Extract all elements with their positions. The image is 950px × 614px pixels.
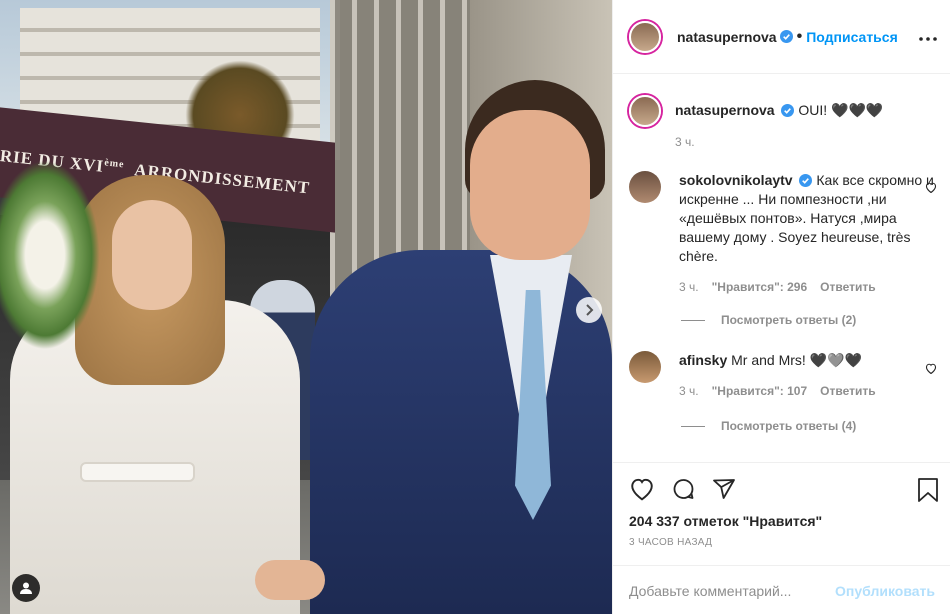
like-button[interactable]	[629, 477, 655, 501]
post-photo[interactable]: RIE DU XVIème ARRONDISSEMENT	[0, 0, 612, 614]
groom-face	[470, 110, 590, 260]
comment-time[interactable]: 3 ч.	[679, 278, 699, 297]
post-header: natasupernova • Подписаться	[613, 0, 950, 74]
like-comment-button[interactable]	[925, 361, 937, 379]
verified-icon	[799, 174, 813, 187]
view-replies-button[interactable]: Посмотреть ответы (2)	[681, 313, 856, 327]
user-tag-icon	[20, 582, 32, 594]
caption-text: OUI! 🖤🖤🖤	[798, 102, 884, 118]
heart-icon	[631, 478, 653, 501]
header-author: natasupernova • Подписаться	[677, 28, 898, 46]
share-button[interactable]	[712, 477, 736, 501]
follow-button[interactable]: Подписаться	[806, 29, 898, 45]
comment-likes[interactable]: "Нравится": 107	[712, 382, 808, 401]
post-caption: natasupernova OUI! 🖤🖤🖤 3 ч.	[629, 95, 883, 151]
user-tags-button[interactable]	[12, 574, 40, 602]
view-replies-label: Посмотреть ответы (4)	[721, 419, 857, 433]
author-avatar[interactable]	[629, 20, 661, 53]
caption-username[interactable]: natasupernova	[675, 102, 775, 118]
next-arrow-icon	[586, 304, 594, 316]
commenter-username[interactable]: sokolovnikolaytv	[679, 172, 793, 188]
more-options-button[interactable]	[919, 28, 937, 46]
held-hands	[255, 560, 325, 600]
bookmark-icon	[918, 478, 938, 502]
replies-divider	[681, 319, 705, 321]
reply-button[interactable]: Ответить	[820, 382, 875, 401]
post-timestamp[interactable]: 3 ЧАСОВ НАЗАД	[629, 537, 712, 548]
comment-time[interactable]: 3 ч.	[679, 382, 699, 401]
groom-suit	[310, 250, 612, 614]
commenter-avatar[interactable]	[629, 171, 661, 203]
next-photo-button[interactable]	[576, 297, 602, 323]
comment-body: afinsky Mr and Mrs! 🖤🩶🖤 3 ч. "Нравится":…	[679, 351, 934, 401]
caption-body: natasupernova OUI! 🖤🖤🖤 3 ч.	[675, 95, 883, 151]
caption-avatar[interactable]	[629, 95, 661, 127]
caption-time[interactable]: 3 ч.	[675, 133, 883, 151]
comment-meta: 3 ч. "Нравится": 296 Ответить	[679, 278, 934, 297]
commenter-username[interactable]: afinsky	[679, 352, 727, 368]
likes-count[interactable]: 204 337 отметок "Нравится"	[629, 513, 822, 529]
bride-belt	[80, 462, 195, 482]
like-comment-button[interactable]	[925, 180, 937, 198]
comment-button[interactable]	[671, 477, 696, 501]
separator-dot: •	[796, 27, 803, 45]
add-comment-input[interactable]	[629, 582, 836, 599]
comment-body: sokolovnikolaytv Как все скромно и искре…	[679, 171, 934, 297]
heart-icon	[925, 182, 937, 194]
comment-icon	[673, 479, 694, 499]
more-icon	[919, 37, 937, 41]
comment-item: sokolovnikolaytv Как все скромно и искре…	[629, 171, 941, 297]
comments-list[interactable]: natasupernova OUI! 🖤🖤🖤 3 ч. sokolovnikol…	[613, 75, 950, 461]
comment-item: afinsky Mr and Mrs! 🖤🩶🖤 3 ч. "Нравится":…	[629, 351, 941, 401]
post-sidebar: natasupernova • Подписаться natasupernov…	[612, 0, 950, 614]
comment-text: Mr and Mrs! 🖤🩶🖤	[731, 352, 863, 368]
heart-icon	[925, 363, 937, 375]
comment-meta: 3 ч. "Нравится": 107 Ответить	[679, 382, 934, 401]
post-actions: 204 337 отметок "Нравится" 3 ЧАСОВ НАЗАД…	[613, 462, 950, 614]
comment-likes[interactable]: "Нравится": 296	[712, 278, 808, 297]
publish-button[interactable]: Опубликовать	[835, 583, 935, 599]
verified-icon	[779, 30, 793, 43]
view-replies-label: Посмотреть ответы (2)	[721, 313, 857, 327]
author-username[interactable]: natasupernova	[677, 29, 777, 45]
share-icon	[713, 479, 735, 499]
replies-divider	[681, 425, 705, 427]
action-icons	[629, 477, 736, 501]
view-replies-button[interactable]: Посмотреть ответы (4)	[681, 419, 856, 433]
commenter-avatar[interactable]	[629, 351, 661, 383]
save-button[interactable]	[917, 477, 939, 508]
reply-button[interactable]: Ответить	[820, 278, 875, 297]
bride-face	[112, 200, 192, 310]
add-comment-bar: Опубликовать	[613, 565, 950, 614]
verified-icon	[781, 104, 795, 117]
